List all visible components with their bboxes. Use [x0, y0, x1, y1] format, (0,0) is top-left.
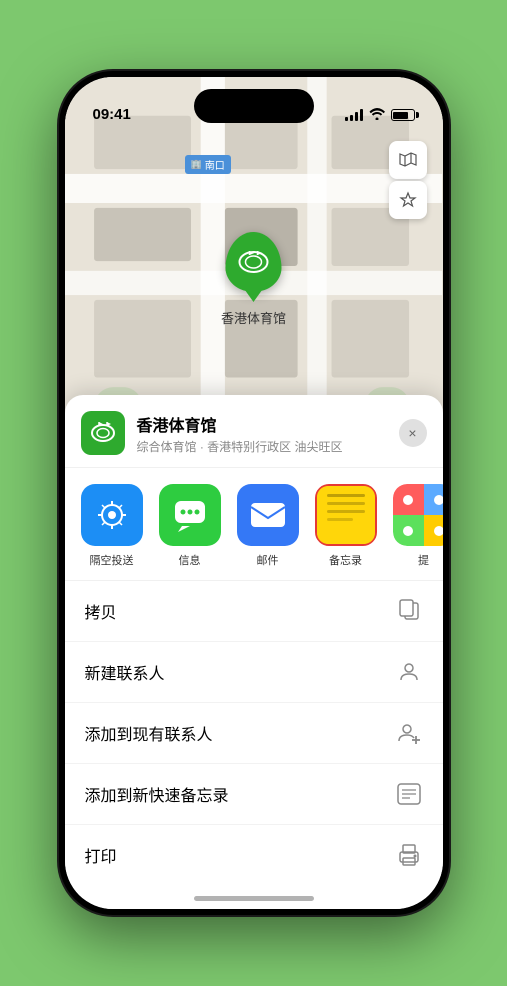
- menu-item-add-quick-note[interactable]: 添加到新快速备忘录: [65, 764, 443, 825]
- battery-icon: [391, 109, 415, 121]
- menu-item-copy[interactable]: 拷贝: [65, 581, 443, 642]
- actions-scroll: 隔空投送 信息: [81, 484, 427, 568]
- print-icon: [395, 841, 423, 869]
- airdrop-label: 隔空投送: [90, 552, 134, 568]
- status-icons: [345, 107, 415, 125]
- signal-icon: [345, 109, 363, 121]
- dynamic-island: [194, 89, 314, 123]
- home-indicator: [194, 896, 314, 901]
- phone-screen: 09:41: [65, 77, 443, 909]
- stadium-marker[interactable]: 香港体育馆: [221, 232, 286, 327]
- menu-item-new-contact-label: 新建联系人: [85, 660, 165, 684]
- new-contact-icon: [395, 658, 423, 686]
- action-notes[interactable]: 备忘录: [315, 484, 377, 568]
- copy-icon: [395, 597, 423, 625]
- mail-icon-container: [237, 484, 299, 546]
- action-messages[interactable]: 信息: [159, 484, 221, 568]
- menu-item-add-existing[interactable]: 添加到现有联系人: [65, 703, 443, 764]
- menu-item-add-existing-label: 添加到现有联系人: [85, 721, 213, 745]
- venue-icon: [81, 411, 125, 455]
- venue-subtitle: 综合体育馆 · 香港特别行政区 油尖旺区: [137, 438, 399, 455]
- action-airdrop[interactable]: 隔空投送: [81, 484, 143, 568]
- menu-item-copy-label: 拷贝: [85, 599, 117, 623]
- menu-item-print-label: 打印: [85, 843, 117, 867]
- map-location-label: 🏢 南口: [185, 155, 231, 174]
- airdrop-icon-container: [81, 484, 143, 546]
- more-label: 提: [418, 552, 429, 568]
- notes-icon-container: [315, 484, 377, 546]
- sheet-header: 香港体育馆 综合体育馆 · 香港特别行政区 油尖旺区 ×: [65, 395, 443, 468]
- quick-note-icon: [395, 780, 423, 808]
- more-icon-container: [393, 484, 443, 546]
- stadium-label: 香港体育馆: [221, 308, 286, 327]
- menu-list: 拷贝 新建联系人: [65, 581, 443, 885]
- notes-label: 备忘录: [329, 552, 362, 568]
- actions-row: 隔空投送 信息: [65, 468, 443, 581]
- menu-item-add-quick-note-label: 添加到新快速备忘录: [85, 782, 229, 806]
- venue-name: 香港体育馆: [137, 412, 399, 436]
- messages-label: 信息: [179, 552, 201, 568]
- menu-item-print[interactable]: 打印: [65, 825, 443, 885]
- map-type-button[interactable]: [389, 141, 427, 179]
- action-more[interactable]: 提: [393, 484, 443, 568]
- status-time: 09:41: [93, 106, 131, 125]
- stadium-pin: [225, 232, 281, 292]
- action-mail[interactable]: 邮件: [237, 484, 299, 568]
- venue-info: 香港体育馆 综合体育馆 · 香港特别行政区 油尖旺区: [137, 412, 399, 455]
- messages-icon-container: [159, 484, 221, 546]
- wifi-icon: [369, 107, 385, 123]
- add-existing-icon: [395, 719, 423, 747]
- map-controls: [389, 141, 427, 219]
- phone-frame: 09:41: [59, 71, 449, 915]
- mail-label: 邮件: [257, 552, 279, 568]
- close-button[interactable]: ×: [399, 419, 427, 447]
- menu-item-new-contact[interactable]: 新建联系人: [65, 642, 443, 703]
- bottom-sheet: 香港体育馆 综合体育馆 · 香港特别行政区 油尖旺区 ×: [65, 395, 443, 909]
- location-button[interactable]: [389, 181, 427, 219]
